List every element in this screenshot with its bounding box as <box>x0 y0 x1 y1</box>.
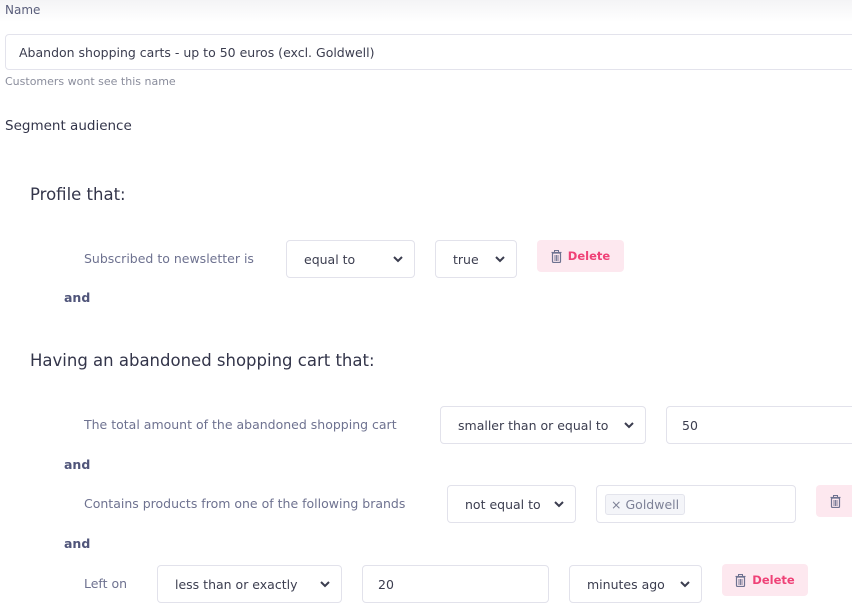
and-connector: and <box>64 457 91 472</box>
left-on-unit-select[interactable]: minutes ago <box>569 565 702 603</box>
total-amount-input[interactable]: 50 <box>666 406 852 444</box>
condition-label-brands: Contains products from one of the follow… <box>84 496 406 511</box>
trash-icon <box>551 249 562 263</box>
chevron-down-icon <box>554 501 564 508</box>
left-on-operator-value: less than or exactly <box>175 576 298 592</box>
name-input-value: Abandon shopping carts - up to 50 euros … <box>19 44 375 60</box>
trash-icon <box>735 573 746 587</box>
total-amount-value: 50 <box>682 417 698 433</box>
left-on-operator-select[interactable]: less than or exactly <box>157 565 342 603</box>
chevron-down-icon <box>624 422 634 429</box>
newsletter-value-select[interactable]: true <box>435 240 517 278</box>
chevron-down-icon <box>495 256 505 263</box>
condition-label-newsletter: Subscribed to newsletter is <box>84 251 254 266</box>
delete-label: Delete <box>567 249 611 263</box>
brands-operator-select[interactable]: not equal to <box>447 485 576 523</box>
brand-tag-label: Goldwell <box>625 496 680 512</box>
segment-audience-title: Segment audience <box>5 118 132 134</box>
cart-group-title: Having an abandoned shopping cart that: <box>30 351 375 370</box>
condition-label-total-amount: The total amount of the abandoned shoppi… <box>84 417 397 432</box>
top-bar <box>0 0 852 22</box>
chevron-down-icon <box>393 256 403 263</box>
delete-newsletter-condition-button[interactable]: Delete <box>537 240 624 272</box>
newsletter-operator-value: equal to <box>304 251 356 267</box>
name-input[interactable]: Abandon shopping carts - up to 50 euros … <box>5 34 852 70</box>
delete-left-on-condition-button[interactable]: Delete <box>722 564 808 596</box>
newsletter-value: true <box>453 251 479 267</box>
trash-icon <box>830 494 840 508</box>
left-on-value: 20 <box>378 576 394 592</box>
name-label: Name <box>5 3 41 17</box>
delete-brands-condition-button[interactable] <box>816 485 852 517</box>
delete-label: Delete <box>752 573 795 587</box>
total-amount-operator-select[interactable]: smaller than or equal to <box>440 406 646 444</box>
newsletter-operator-select[interactable]: equal to <box>286 240 415 278</box>
chevron-down-icon <box>680 581 690 588</box>
profile-group-title: Profile that: <box>30 185 126 204</box>
left-on-unit-value: minutes ago <box>587 576 665 592</box>
remove-tag-icon[interactable]: × <box>611 497 621 512</box>
brands-operator-value: not equal to <box>465 496 541 512</box>
left-on-value-input[interactable]: 20 <box>362 565 549 603</box>
name-help-text: Customers wont see this name <box>5 75 176 88</box>
chevron-down-icon <box>320 581 330 588</box>
and-connector: and <box>64 536 91 551</box>
total-amount-operator-value: smaller than or equal to <box>458 417 609 433</box>
and-connector: and <box>64 290 91 305</box>
brands-tag-input[interactable]: × Goldwell <box>596 485 796 523</box>
condition-label-left-on: Left on <box>84 576 128 591</box>
brand-tag[interactable]: × Goldwell <box>605 493 686 515</box>
